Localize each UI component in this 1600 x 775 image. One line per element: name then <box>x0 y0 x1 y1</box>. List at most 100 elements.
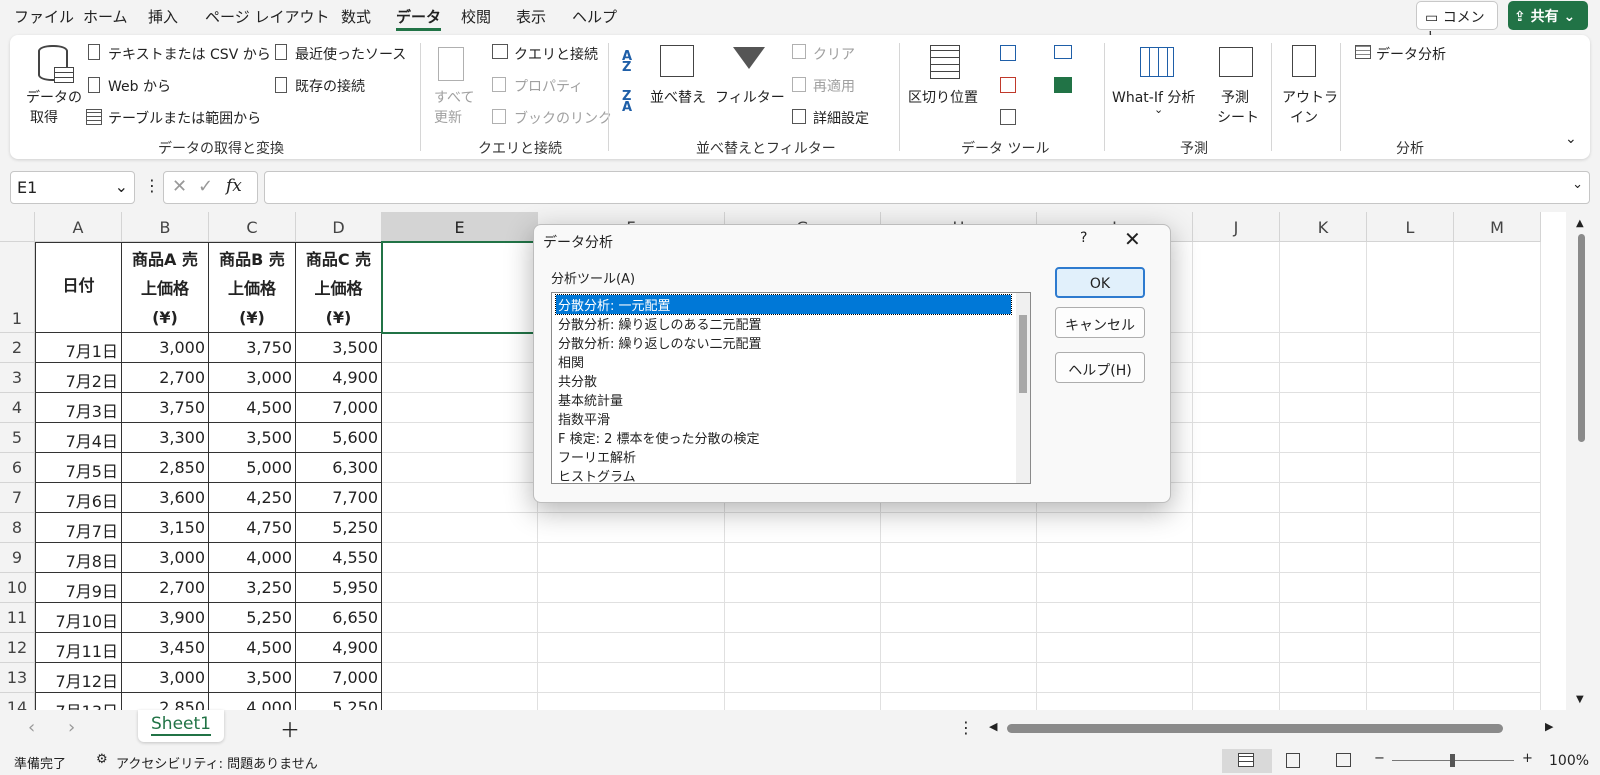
grid-cell[interactable] <box>1193 423 1280 453</box>
table-cell[interactable]: 5,250 <box>296 693 382 710</box>
grid-cell[interactable] <box>1280 513 1367 543</box>
table-cell[interactable]: 3,250 <box>209 573 296 603</box>
table-cell[interactable]: 5,250 <box>296 513 382 543</box>
grid-cell[interactable] <box>382 333 538 363</box>
row-header-10[interactable]: 10 <box>0 573 35 603</box>
grid-cell[interactable] <box>1280 543 1367 573</box>
filter-button[interactable]: フィルター <box>715 43 785 113</box>
grid-cell[interactable] <box>1193 573 1280 603</box>
analysis-tool-item[interactable]: 指数平滑 <box>556 409 1016 428</box>
grid-cell[interactable] <box>1193 363 1280 393</box>
table-cell[interactable]: 4,000 <box>209 543 296 573</box>
grid-cell[interactable] <box>1367 453 1454 483</box>
grid-cell[interactable] <box>1193 393 1280 423</box>
grid-cell[interactable] <box>725 693 881 710</box>
share-button[interactable]: ⇪ 共有 ⌄ <box>1508 1 1588 30</box>
grid-cell[interactable] <box>1280 393 1367 423</box>
table-cell[interactable]: 7,000 <box>296 393 382 423</box>
table-cell[interactable]: 3,450 <box>122 633 209 663</box>
grid-cell[interactable] <box>1193 242 1280 333</box>
grid-cell[interactable] <box>382 573 538 603</box>
grid-cell[interactable] <box>1367 693 1454 710</box>
table-cell[interactable]: 4,500 <box>209 393 296 423</box>
grid-cell[interactable] <box>1454 363 1541 393</box>
grid-cell[interactable] <box>1193 663 1280 693</box>
row-header-9[interactable]: 9 <box>0 543 35 573</box>
table-cell[interactable]: 7月6日 <box>35 483 122 513</box>
grid-cell[interactable] <box>881 543 1037 573</box>
grid-cell[interactable] <box>382 663 538 693</box>
grid-cell[interactable] <box>881 603 1037 633</box>
help-icon[interactable]: ? <box>1080 230 1087 246</box>
consolidate-icon[interactable] <box>1054 45 1072 59</box>
sort-az-icon[interactable]: AZ <box>622 50 632 74</box>
function-icon[interactable]: fx <box>226 176 242 196</box>
grid-cell[interactable] <box>1454 423 1541 453</box>
grid-cell[interactable] <box>725 513 881 543</box>
table-cell[interactable]: 7月3日 <box>35 393 122 423</box>
menu-home[interactable]: ホーム <box>83 6 128 27</box>
table-cell[interactable]: 3,000 <box>122 543 209 573</box>
zoom-in-icon[interactable]: + <box>1522 751 1533 766</box>
table-cell[interactable]: 3,500 <box>209 423 296 453</box>
analysis-tool-item[interactable]: 相関 <box>556 352 1016 371</box>
grid-cell[interactable] <box>1280 423 1367 453</box>
table-cell[interactable]: 5,250 <box>209 603 296 633</box>
more-options-icon[interactable]: ⋮ <box>144 176 160 195</box>
table-cell[interactable]: 3,600 <box>122 483 209 513</box>
outline-button[interactable]: アウトラ イン <box>1278 43 1338 127</box>
row-header-5[interactable]: 5 <box>0 423 35 453</box>
sheet-prev-icon[interactable]: ‹ <box>28 717 35 738</box>
grid-cell[interactable] <box>1280 363 1367 393</box>
row-header-12[interactable]: 12 <box>0 633 35 663</box>
grid-cell[interactable] <box>1280 333 1367 363</box>
grid-cell[interactable] <box>1454 483 1541 513</box>
grid-cell[interactable] <box>538 513 725 543</box>
zoom-out-icon[interactable]: − <box>1374 751 1385 766</box>
grid-cell[interactable] <box>725 633 881 663</box>
grid-cell[interactable] <box>1193 333 1280 363</box>
analysis-tool-item[interactable]: 分散分析: 繰り返しのない二元配置 <box>556 333 1016 352</box>
scroll-left-icon[interactable]: ◀ <box>989 720 997 733</box>
analysis-tool-item[interactable]: ヒストグラム <box>556 466 1016 483</box>
grid-cell[interactable] <box>1193 513 1280 543</box>
grid-cell[interactable] <box>1367 573 1454 603</box>
column-header-b[interactable]: B <box>122 212 209 242</box>
table-cell[interactable]: 3,000 <box>209 363 296 393</box>
table-cell[interactable]: 4,500 <box>209 633 296 663</box>
grid-cell[interactable] <box>1280 573 1367 603</box>
help-button[interactable]: ヘルプ(H) <box>1055 352 1145 383</box>
row-header-7[interactable]: 7 <box>0 483 35 513</box>
grid-cell[interactable] <box>1454 693 1541 710</box>
grid-cell[interactable] <box>1280 663 1367 693</box>
grid-cell[interactable] <box>1037 513 1193 543</box>
grid-cell[interactable] <box>1037 633 1193 663</box>
scroll-thumb[interactable] <box>1578 234 1585 442</box>
grid-cell[interactable] <box>1280 453 1367 483</box>
grid-cell[interactable] <box>1280 633 1367 663</box>
grid-cell[interactable] <box>725 543 881 573</box>
ok-button[interactable]: OK <box>1055 267 1145 298</box>
grid-cell[interactable] <box>1367 663 1454 693</box>
sort-button[interactable]: 並べ替え <box>650 43 706 113</box>
grid-cell[interactable] <box>725 573 881 603</box>
more-options-icon[interactable]: ⋮ <box>958 718 974 737</box>
grid-cell[interactable] <box>1280 483 1367 513</box>
grid-cell[interactable] <box>382 393 538 423</box>
row-header-14[interactable]: 14 <box>0 693 35 710</box>
table-cell[interactable]: 3,500 <box>209 663 296 693</box>
selected-cell-e1[interactable] <box>381 241 539 334</box>
zoom-slider-thumb[interactable] <box>1450 754 1455 767</box>
row-header-4[interactable]: 4 <box>0 393 35 423</box>
grid-cell[interactable] <box>1454 333 1541 363</box>
grid-cell[interactable] <box>382 453 538 483</box>
grid-cell[interactable] <box>1454 573 1541 603</box>
name-box[interactable]: E1 ⌄ <box>10 171 135 204</box>
table-cell[interactable]: 6,650 <box>296 603 382 633</box>
table-cell[interactable]: 3,500 <box>296 333 382 363</box>
grid-cell[interactable] <box>1454 543 1541 573</box>
table-cell[interactable]: 6,300 <box>296 453 382 483</box>
scroll-thumb[interactable] <box>1019 315 1027 393</box>
remove-duplicates-icon[interactable] <box>1000 77 1016 93</box>
table-cell[interactable]: 7,700 <box>296 483 382 513</box>
